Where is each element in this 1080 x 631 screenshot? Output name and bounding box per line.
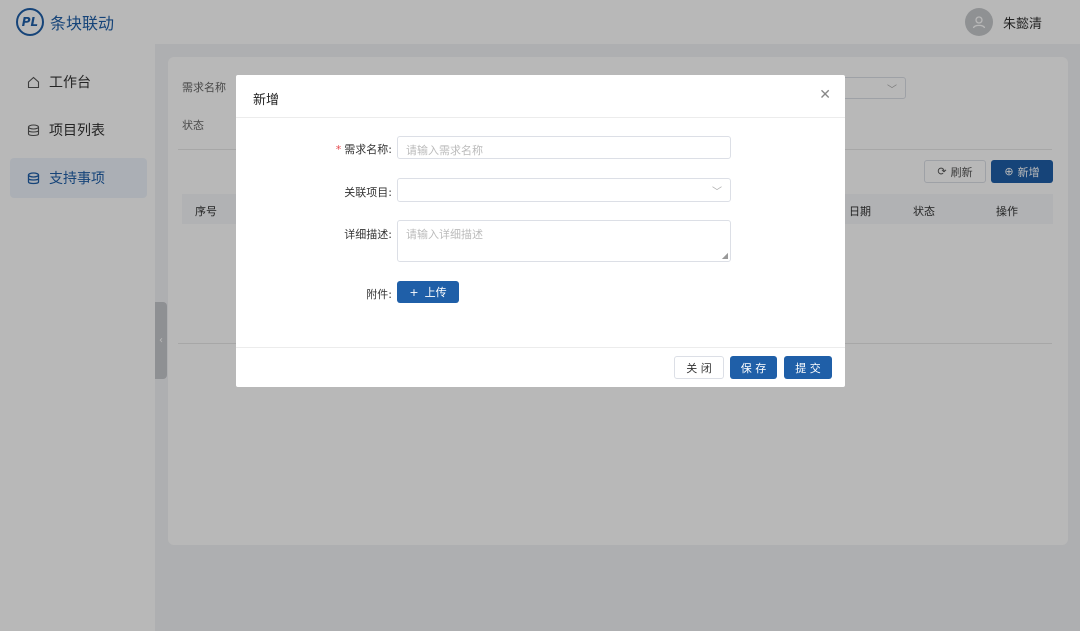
description-field-label: 详细描述: (344, 228, 392, 241)
name-input[interactable]: 请输入需求名称 (397, 136, 731, 159)
description-textarea[interactable]: 请输入详细描述 ◢ (397, 220, 731, 262)
attachment-field-label: 附件: (366, 288, 392, 301)
description-placeholder: 请输入详细描述 (406, 228, 483, 241)
chevron-down-icon: ﹀ (712, 187, 722, 198)
name-label-text: 需求名称: (344, 143, 392, 156)
dialog-title: 新增 (253, 93, 280, 108)
submit-button[interactable]: 提 交 (784, 356, 832, 379)
add-dialog: 新增 ✕ * 需求名称: 请输入需求名称 关联项目: ﹀ 详细描述: 请输入详细描… (236, 75, 845, 387)
name-input-placeholder: 请输入需求名称 (406, 144, 483, 157)
upload-label: 上传 (424, 286, 447, 299)
upload-button[interactable]: + 上传 (397, 281, 459, 303)
project-select[interactable]: ﹀ (397, 178, 731, 202)
close-icon[interactable]: ✕ (819, 87, 831, 103)
plus-icon: + (409, 285, 419, 299)
close-button[interactable]: 关 闭 (674, 356, 724, 379)
project-field-label: 关联项目: (344, 186, 392, 199)
dialog-footer-divider (236, 347, 845, 348)
required-mark: * (335, 143, 342, 156)
resize-handle-icon[interactable]: ◢ (722, 251, 728, 260)
save-button[interactable]: 保 存 (730, 356, 777, 379)
name-field-label: * 需求名称: (272, 141, 392, 157)
dialog-header-divider (236, 117, 845, 118)
